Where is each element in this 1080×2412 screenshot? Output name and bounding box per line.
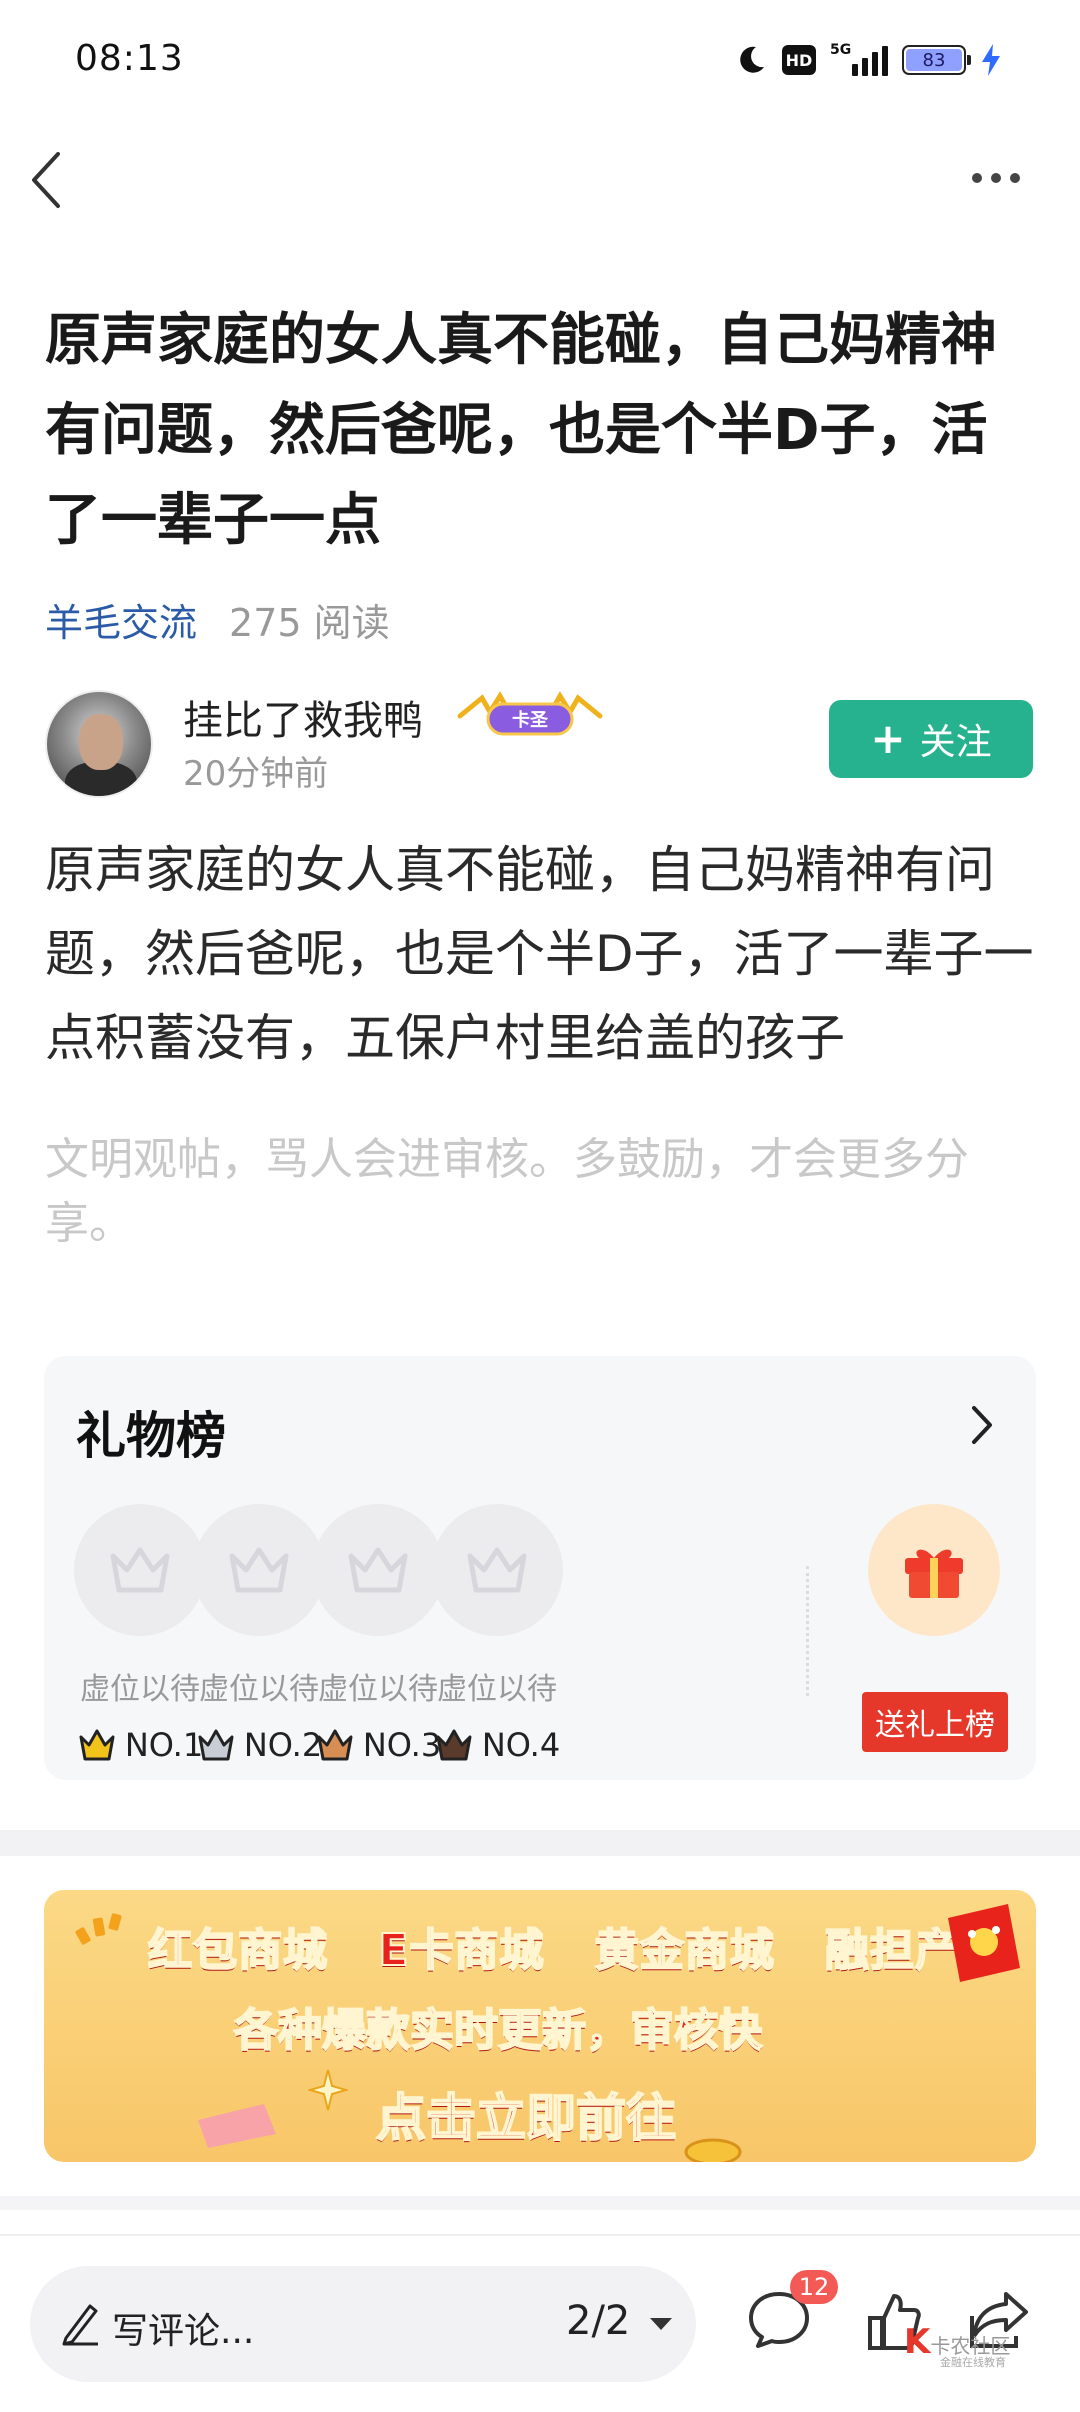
moon-icon — [740, 46, 764, 73]
charging-icon — [982, 44, 1000, 76]
plus-icon: + — [870, 714, 906, 763]
sparkle-rays-icon — [75, 1913, 122, 1945]
back-icon[interactable] — [28, 150, 68, 210]
gift-board-title: 礼物榜 — [76, 1407, 226, 1465]
crown-placeholder — [74, 1504, 206, 1636]
crown-gold-icon — [79, 1729, 115, 1761]
status-icons: HD 5G 83 — [734, 40, 1002, 80]
sparkle-icon — [308, 2069, 348, 2111]
gift-board: 礼物榜 虚位以待 NO.1 虚位以待 NO.2 虚位以待 NO.3 虚位以待 N… — [44, 1356, 1036, 1780]
crown-icon — [229, 1547, 289, 1593]
follow-label: 关注 — [919, 722, 992, 763]
battery-level: 83 — [906, 49, 962, 71]
crown-icon — [110, 1547, 170, 1593]
post-notice: 文明观帖，骂人会进审核。多鼓励，才会更多分享。 — [45, 1134, 969, 1249]
gift-icon — [905, 1549, 963, 1598]
read-count: 275 阅读 — [229, 601, 390, 645]
gift-button-circle[interactable] — [868, 1504, 1000, 1636]
chevron-right-icon[interactable] — [966, 1402, 996, 1448]
crown-placeholder — [312, 1504, 444, 1636]
slot-rank: NO.4 — [427, 1726, 567, 1764]
crown-placeholder — [431, 1504, 563, 1636]
network-type: 5G — [830, 42, 852, 58]
status-time: 08:13 — [75, 38, 184, 79]
crown-bronze-icon — [317, 1729, 353, 1761]
post-title: 原声家庭的女人真不能碰，自己妈精神有问题，然后爸呢，也是个半D子，活了一辈子一点 — [45, 308, 997, 553]
comment-input[interactable]: 写评论... 2/2 — [30, 2266, 696, 2382]
hd-badge: HD — [782, 45, 816, 75]
page-indicator[interactable]: 2/2 — [566, 2298, 630, 2344]
signal-icon: 5G — [830, 42, 888, 76]
comment-placeholder: 写评论... — [112, 2311, 255, 2352]
post-body: 原声家庭的女人真不能碰，自己妈精神有问题，然后爸呢，也是个半D子，活了一辈子一点… — [45, 841, 1034, 1067]
battery-icon: 83 — [902, 45, 971, 75]
more-icon[interactable] — [972, 165, 1024, 191]
crown-placeholder — [193, 1504, 325, 1636]
coin-icon — [684, 2138, 742, 2162]
paper-icon — [198, 2104, 276, 2148]
avatar[interactable] — [45, 690, 153, 798]
slot-label: 虚位以待 — [437, 1672, 557, 1707]
user-badge: 卡圣 — [457, 691, 603, 736]
divider — [806, 1566, 809, 1696]
comment-count-badge: 12 — [790, 2270, 838, 2304]
caret-down-icon[interactable] — [648, 2316, 674, 2332]
slot-rank-text: NO.4 — [481, 1726, 561, 1764]
follow-button[interactable]: + 关注 — [829, 700, 1033, 778]
crown-silver-icon — [198, 1729, 234, 1761]
banner-line-1: 红包商城 E卡商城 黄金商城 融担产品 — [147, 1924, 1006, 1977]
watermark-subtext: 金融在线教育 — [940, 2356, 1006, 2369]
watermark: K卡农社区 金融在线教育 — [904, 2322, 1010, 2370]
promo-banner[interactable]: 红包商城 E卡商城 黄金商城 融担产品 各种爆款实时更新，审核快 点击立即前往 — [44, 1890, 1036, 2162]
bottom-bar-divider — [0, 2234, 1080, 2236]
user-badge-label: 卡圣 — [512, 709, 549, 731]
crown-icon — [467, 1547, 527, 1593]
crown-dark-icon — [436, 1729, 472, 1761]
watermark-logo: K — [904, 2322, 931, 2362]
status-bar: 08:13 HD 5G 83 — [0, 0, 1080, 120]
post-meta: 羊毛交流 275 阅读 — [45, 592, 390, 647]
send-gift-button[interactable]: 送礼上榜 — [862, 1692, 1008, 1752]
crown-icon — [348, 1547, 408, 1593]
gift-slot[interactable]: 虚位以待 NO.4 — [427, 1504, 567, 1764]
author-name[interactable]: 挂比了救我鸭 — [183, 688, 423, 746]
pen-icon — [62, 2304, 98, 2346]
banner-line-3: 点击立即前往 — [375, 2088, 677, 2148]
red-envelope-mascot-icon — [948, 1904, 1020, 1982]
post-time: 20分钟前 — [183, 754, 329, 794]
section-separator — [0, 2196, 1080, 2210]
category-link[interactable]: 羊毛交流 — [45, 592, 197, 647]
section-separator — [0, 1830, 1080, 1856]
banner-line-2: 各种爆款实时更新，审核快 — [233, 2004, 763, 2057]
